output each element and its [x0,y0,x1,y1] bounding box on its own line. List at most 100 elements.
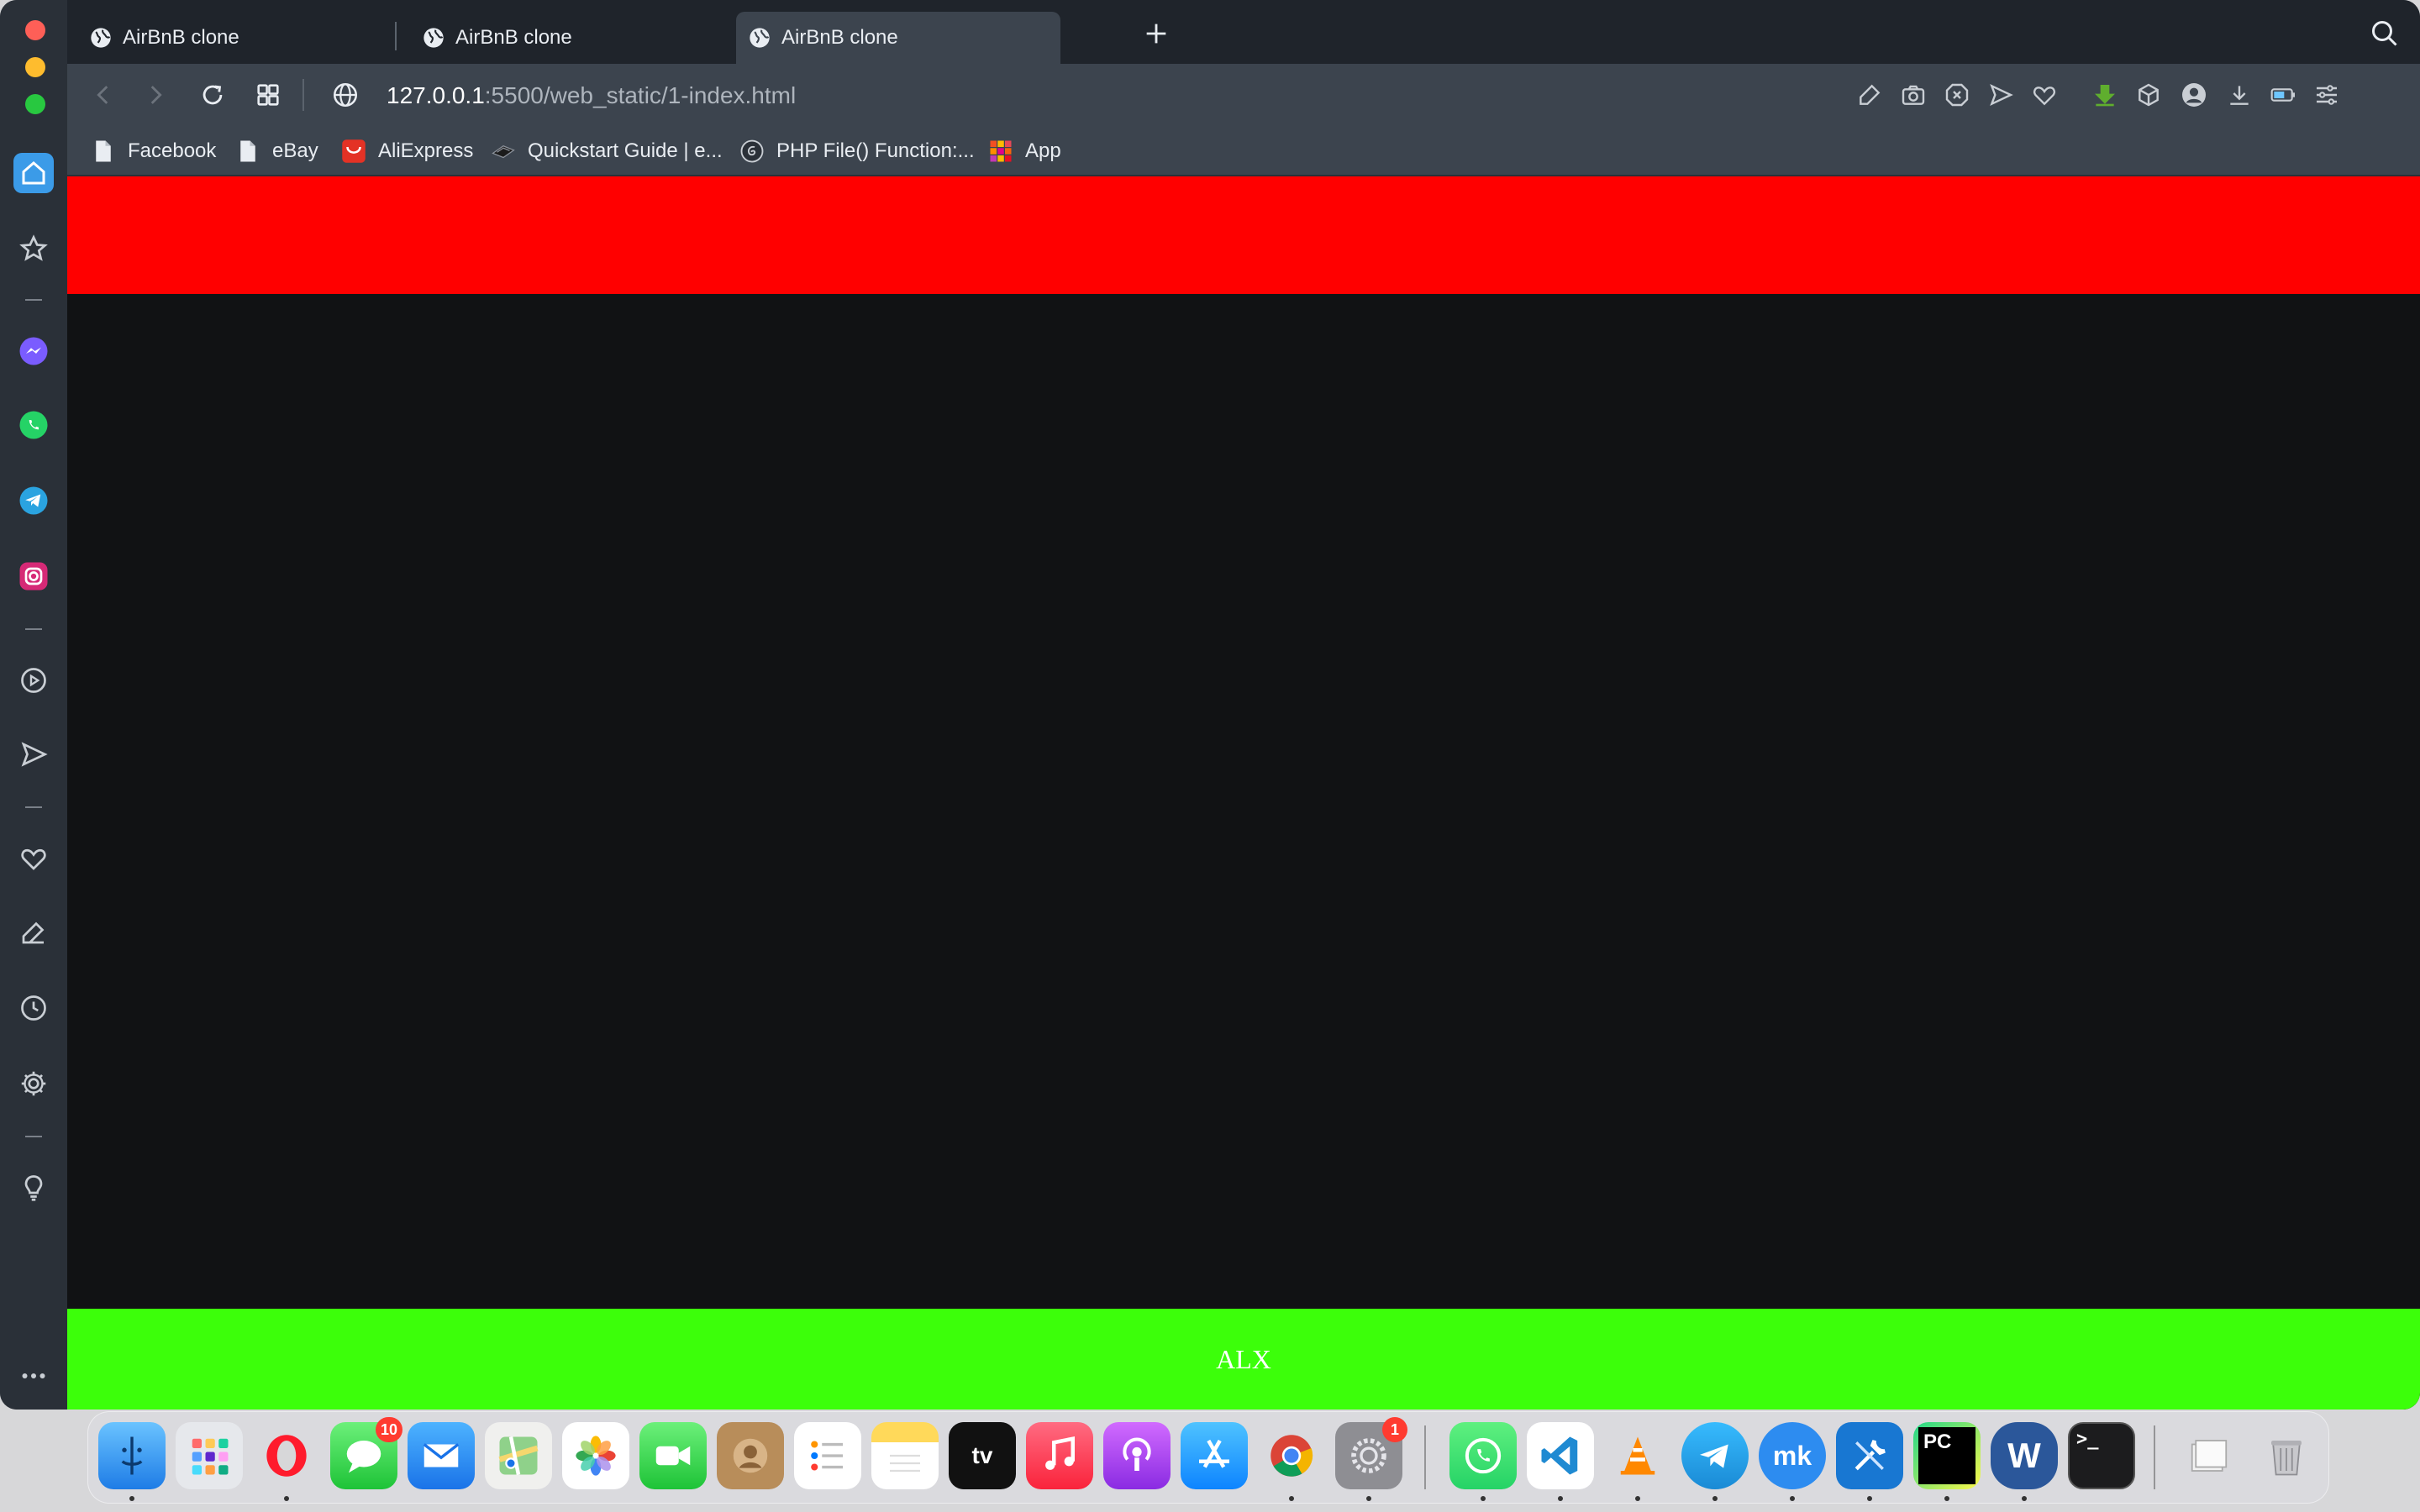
mk-app[interactable]: mk [1759,1422,1826,1489]
edit-icon[interactable] [13,912,54,953]
contacts-app[interactable] [717,1422,784,1489]
chrome-icon [1270,1435,1313,1477]
pycharm-app[interactable]: PC [1913,1422,1981,1489]
apple-tv-label: tv [971,1442,993,1468]
heart-icon[interactable] [13,838,54,879]
gear-icon[interactable] [13,1063,54,1104]
send-icon[interactable] [13,734,54,774]
vscode-icon [1541,1436,1578,1475]
page-viewport: ALX [67,176,2420,1410]
apple-tv-app[interactable]: tv [949,1422,1016,1489]
sidebar-divider [25,1136,42,1137]
camera-icon [1902,85,1925,105]
bookmark-facebook[interactable]: Facebook [91,134,216,168]
snap-edit-button[interactable] [1854,79,1886,111]
reload-button[interactable] [195,77,230,113]
tab-airbnb-1[interactable]: AirBnB clone [77,12,402,64]
launchpad-app[interactable] [176,1422,243,1489]
running-indicator [1790,1496,1795,1501]
minimize-window-button[interactable] [25,57,45,77]
chrome-app[interactable] [1258,1422,1325,1489]
instagram-icon[interactable] [13,556,54,596]
battery-saver-button[interactable] [2267,79,2299,111]
music-app[interactable] [1026,1422,1093,1489]
trash-app[interactable] [2253,1422,2320,1489]
close-window-button[interactable] [25,20,45,40]
page-footer: ALX [67,1309,2420,1410]
finder-app[interactable] [98,1422,166,1489]
forward-button[interactable] [138,77,173,113]
lightbulb-icon[interactable] [13,1168,54,1208]
bookmark-aliexpress[interactable]: AliExpress [341,134,473,168]
history-icon[interactable] [13,988,54,1028]
page-header [67,176,2420,294]
word-app[interactable]: W [1991,1422,2058,1489]
whatsapp-icon[interactable] [13,405,54,445]
telegram-app[interactable] [1681,1422,1749,1489]
running-indicator [1712,1496,1718,1501]
opera-app[interactable] [253,1422,320,1489]
tab-grid-button[interactable] [250,77,286,113]
downloads-button[interactable] [2223,79,2255,111]
finder-icon [121,1436,143,1475]
downloads-stack[interactable] [2175,1422,2243,1489]
snapshot-button[interactable] [1897,79,1929,111]
app-store-app[interactable] [1181,1422,1248,1489]
extensions-button[interactable] [2133,79,2165,111]
tab-airbnb-2[interactable]: AirBnB clone [410,12,734,64]
utility-app[interactable] [1836,1422,1903,1489]
easy-setup-button[interactable] [2311,79,2343,111]
vlc-app[interactable] [1604,1422,1671,1489]
php-icon [739,139,765,164]
running-indicator [284,1496,289,1501]
photos-app[interactable] [562,1422,629,1489]
running-indicator [1635,1496,1640,1501]
adblock-button[interactable] [1941,79,1973,111]
tab-divider [395,22,397,50]
bookmark-app[interactable]: App [988,134,1061,168]
reminders-app[interactable] [794,1422,861,1489]
whatsapp-icon [1465,1437,1502,1474]
whatsapp-app[interactable] [1449,1422,1517,1489]
vscode-app[interactable] [1527,1422,1594,1489]
bookmark-quickstart[interactable]: Quickstart Guide | e... [491,134,723,168]
globe-icon [89,26,113,50]
telegram-icon[interactable] [13,480,54,521]
maps-app[interactable] [485,1422,552,1489]
messenger-icon[interactable] [13,331,54,371]
send-button[interactable] [1985,79,2017,111]
player-icon[interactable] [13,660,54,701]
mail-app[interactable] [408,1422,475,1489]
telegram-icon [1700,1444,1728,1468]
trash-icon [2271,1441,2302,1476]
gear-icon [1351,1438,1386,1473]
star-icon[interactable] [13,228,54,269]
notes-app[interactable] [871,1422,939,1489]
site-info-button[interactable] [328,77,363,113]
back-button[interactable] [86,77,121,113]
address-field[interactable]: 127.0.0.1:5500/web_static/1-index.html [387,79,796,113]
send-icon [1990,83,2013,107]
messages-app[interactable]: 10 [330,1417,402,1489]
zoom-window-button[interactable] [25,94,45,114]
download-extension-button[interactable] [2089,79,2121,111]
bookmark-php-file[interactable]: PHP File() Function:... [739,134,975,168]
bookmark-label: AliExpress [378,139,474,162]
system-settings-app[interactable]: 1 [1335,1417,1407,1489]
new-tab-button[interactable] [1139,17,1173,50]
facetime-app[interactable] [639,1422,707,1489]
bookmark-ebay[interactable]: eBay [235,134,318,168]
battery-icon [2270,88,2295,102]
video-camera-icon [655,1446,691,1466]
podcasts-app[interactable] [1103,1422,1171,1489]
profile-button[interactable] [2178,79,2210,111]
terminal-app[interactable]: >_ [2068,1422,2135,1489]
home-icon[interactable] [13,153,54,193]
folder-stack-icon [2191,1440,2228,1472]
cube-icon [2139,83,2159,107]
tab-airbnb-3-active[interactable]: AirBnB clone [736,12,1060,64]
more-icon[interactable] [13,1356,54,1396]
search-tabs-button[interactable] [2370,18,2400,49]
bookmark-heart-button[interactable] [2028,79,2060,111]
globe-icon [422,26,445,50]
